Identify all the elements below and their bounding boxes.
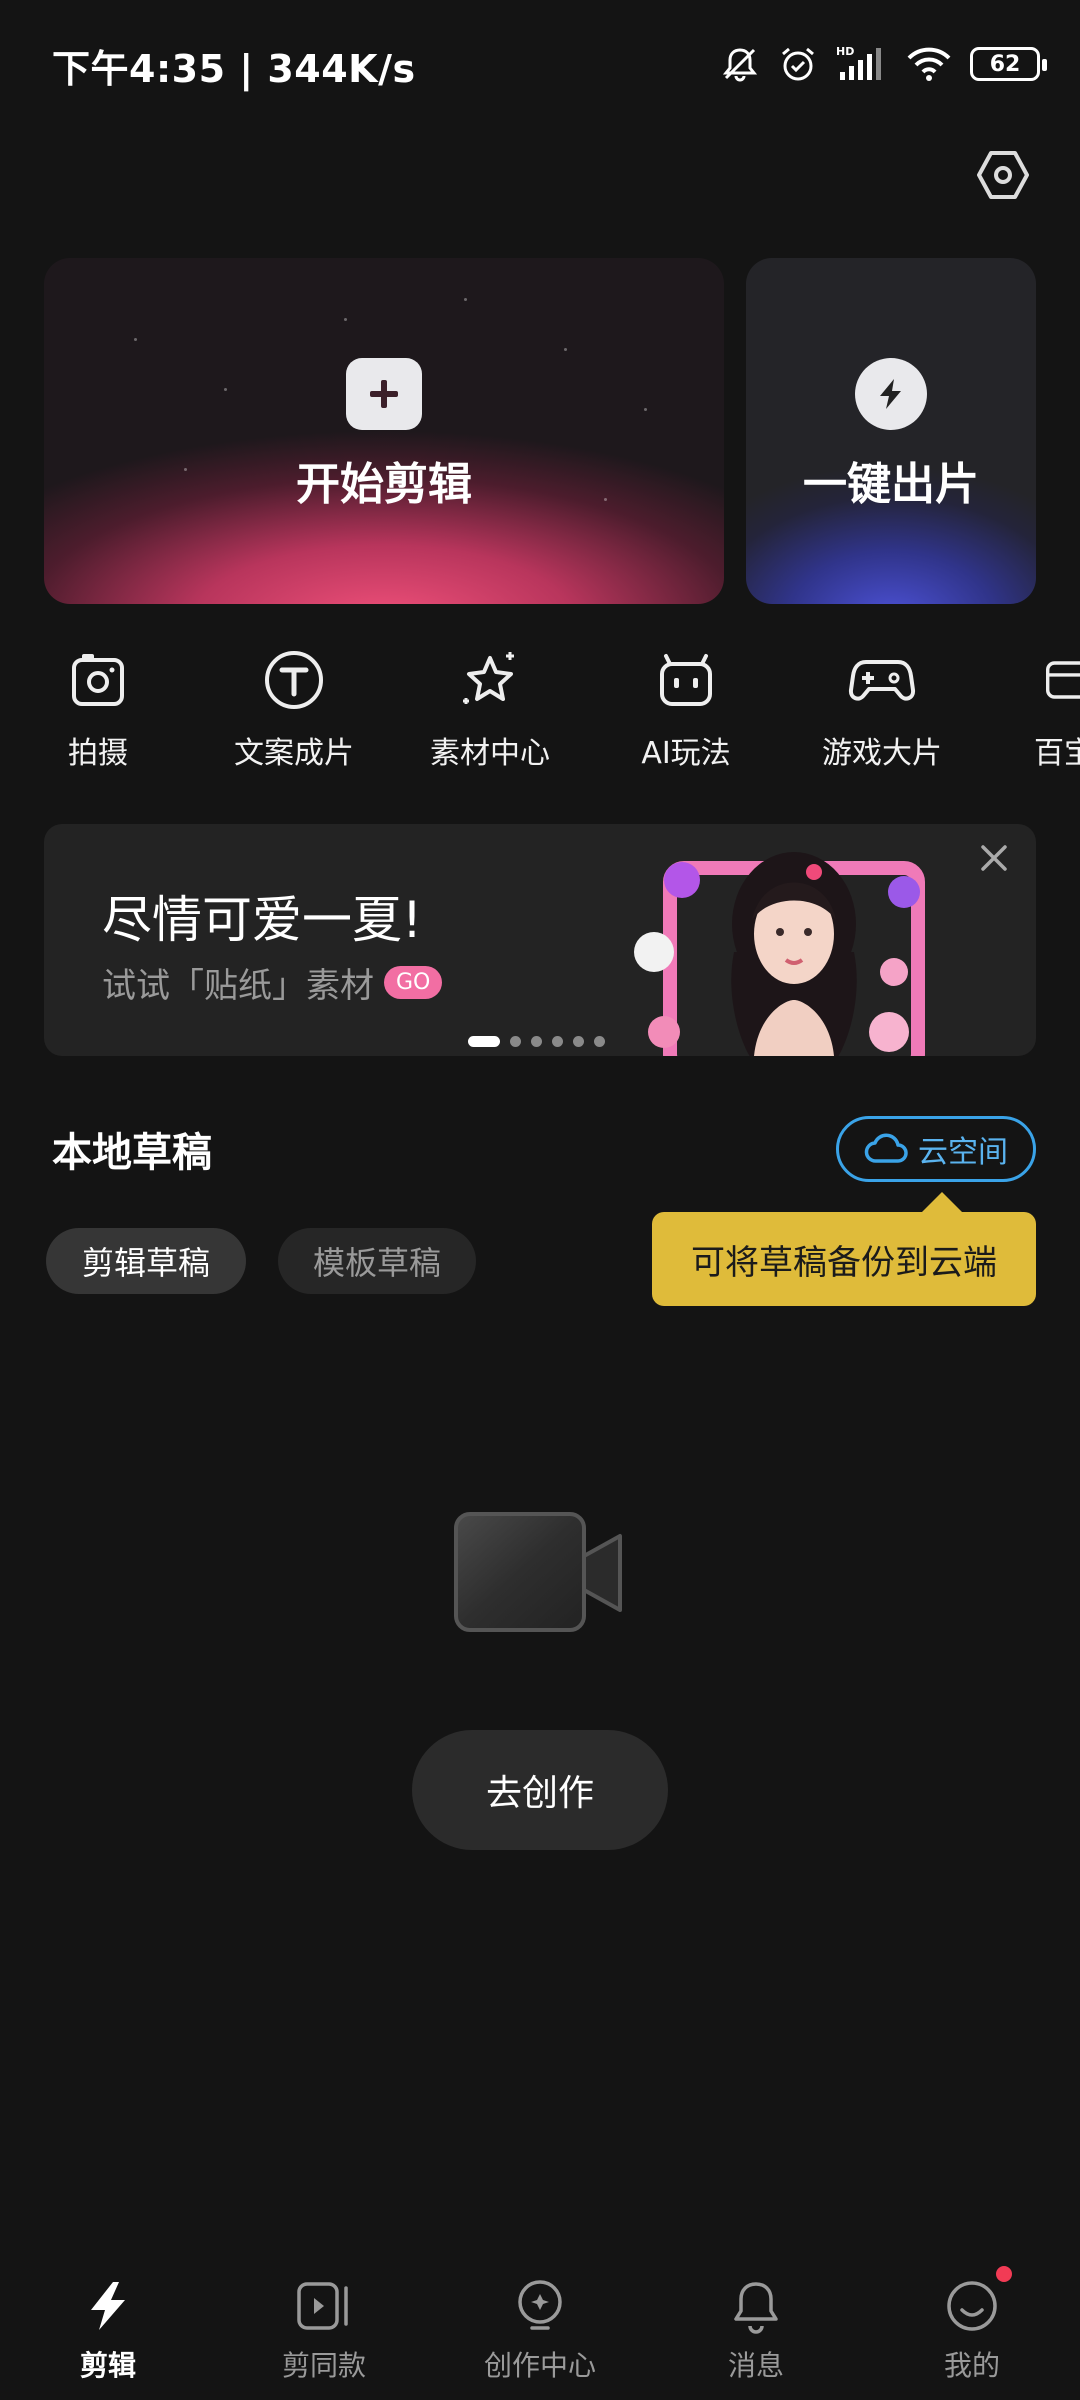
alarm-icon (778, 44, 818, 84)
gamepad-icon (848, 660, 916, 701)
banner-subtitle-text: 试试「贴纸」素材 (102, 966, 374, 1006)
nav-creator-center[interactable]: 创作中心 (432, 2270, 648, 2384)
nav-profile[interactable]: 我的 (864, 2266, 1080, 2384)
cloud-icon (864, 1133, 908, 1163)
battery-level: 62 (989, 51, 1021, 77)
tool-label: 百宝 (1034, 736, 1080, 771)
go-badge: GO (384, 966, 443, 999)
bell-icon (734, 2282, 778, 2334)
tool-ai-play[interactable]: AI玩法 (606, 640, 766, 772)
tab-template-drafts[interactable]: 模板草稿 (278, 1228, 476, 1294)
bottom-nav: 剪辑 剪同款 创作中心 消息 我的 (0, 2260, 1080, 2400)
nav-messages[interactable]: 消息 (648, 2270, 864, 2384)
tool-text-to-video[interactable]: 文案成片 (214, 640, 374, 772)
tool-game-video[interactable]: 游戏大片 (802, 640, 962, 772)
cloud-space-button[interactable]: 云空间 (836, 1116, 1036, 1182)
start-edit-label: 开始剪辑 (296, 459, 472, 510)
pagination-dot (573, 1036, 584, 1047)
start-edit-card[interactable]: 开始剪辑 (44, 258, 724, 604)
bulb-icon (518, 2280, 562, 2330)
lightning-icon (91, 2282, 125, 2330)
tab-edit-drafts[interactable]: 剪辑草稿 (46, 1228, 246, 1294)
mute-icon (720, 44, 760, 84)
tools-row: 拍摄 文案成片 素材中心 AI玩法 游戏大片 百宝 (0, 640, 1080, 780)
tool-label: AI玩法 (641, 736, 731, 771)
cloud-space-label: 云空间 (918, 1135, 1008, 1170)
nav-label: 消息 (727, 2349, 784, 2382)
hd-signal-icon: HD (836, 44, 888, 84)
star-sparkle-icon (463, 652, 514, 704)
banner-subtitle: 试试「贴纸」素材 GO (102, 958, 443, 1007)
text-t-icon (265, 651, 323, 709)
tool-label: 拍摄 (68, 736, 128, 771)
tool-camera[interactable]: 拍摄 (18, 640, 178, 772)
cloud-backup-tooltip: 可将草稿备份到云端 (652, 1192, 1036, 1306)
tool-label: 文案成片 (234, 736, 354, 771)
nav-label: 剪辑 (79, 2349, 136, 2382)
pagination-dot (531, 1036, 542, 1047)
plus-icon (346, 358, 422, 430)
wifi-icon (906, 44, 952, 84)
close-icon (981, 845, 1007, 871)
video-camera-icon (454, 1512, 622, 1632)
one-click-label: 一键出片 (803, 459, 979, 510)
banner-pagination (468, 1036, 605, 1047)
go-create-button[interactable]: 去创作 (412, 1730, 668, 1850)
notification-dot (996, 2266, 1012, 2282)
tool-label: 游戏大片 (822, 736, 942, 771)
play-template-icon (297, 2282, 348, 2330)
nav-template[interactable]: 剪同款 (216, 2270, 432, 2384)
settings-hexagon-icon (977, 151, 1029, 199)
pagination-dot (510, 1036, 521, 1047)
lightning-icon (855, 358, 927, 430)
svg-text:HD: HD (836, 45, 854, 58)
battery-icon: 62 (970, 47, 1047, 81)
nav-label: 创作中心 (483, 2349, 596, 2382)
robot-icon (660, 654, 712, 706)
promo-banner[interactable]: 尽情可爱一夏! 试试「贴纸」素材 GO (44, 824, 1036, 1056)
local-drafts-title: 本地草稿 (52, 1130, 212, 1176)
nav-edit[interactable]: 剪辑 (0, 2270, 216, 2384)
pagination-dot (594, 1036, 605, 1047)
settings-button[interactable] (972, 144, 1034, 206)
tool-material-center[interactable]: 素材中心 (410, 640, 570, 772)
toolbox-icon (1046, 661, 1080, 699)
one-click-card[interactable]: 一键出片 (746, 258, 1036, 604)
tool-label: 素材中心 (430, 736, 550, 771)
tool-toolbox[interactable]: 百宝 (998, 640, 1080, 772)
camera-icon (72, 654, 124, 706)
nav-label: 剪同款 (281, 2349, 366, 2382)
status-bar: 下午4:35 | 344K/s HD 62 (0, 0, 1080, 130)
smile-icon (947, 2281, 997, 2331)
pagination-dot (552, 1036, 563, 1047)
pagination-dot (468, 1036, 500, 1047)
nav-label: 我的 (943, 2349, 1000, 2382)
banner-close-button[interactable] (974, 838, 1014, 878)
status-icons: HD 62 (720, 40, 1047, 88)
status-time: 下午4:35 | 344K/s (52, 47, 416, 91)
banner-title: 尽情可爱一夏! (102, 891, 423, 949)
banner-illustration (634, 852, 925, 1056)
